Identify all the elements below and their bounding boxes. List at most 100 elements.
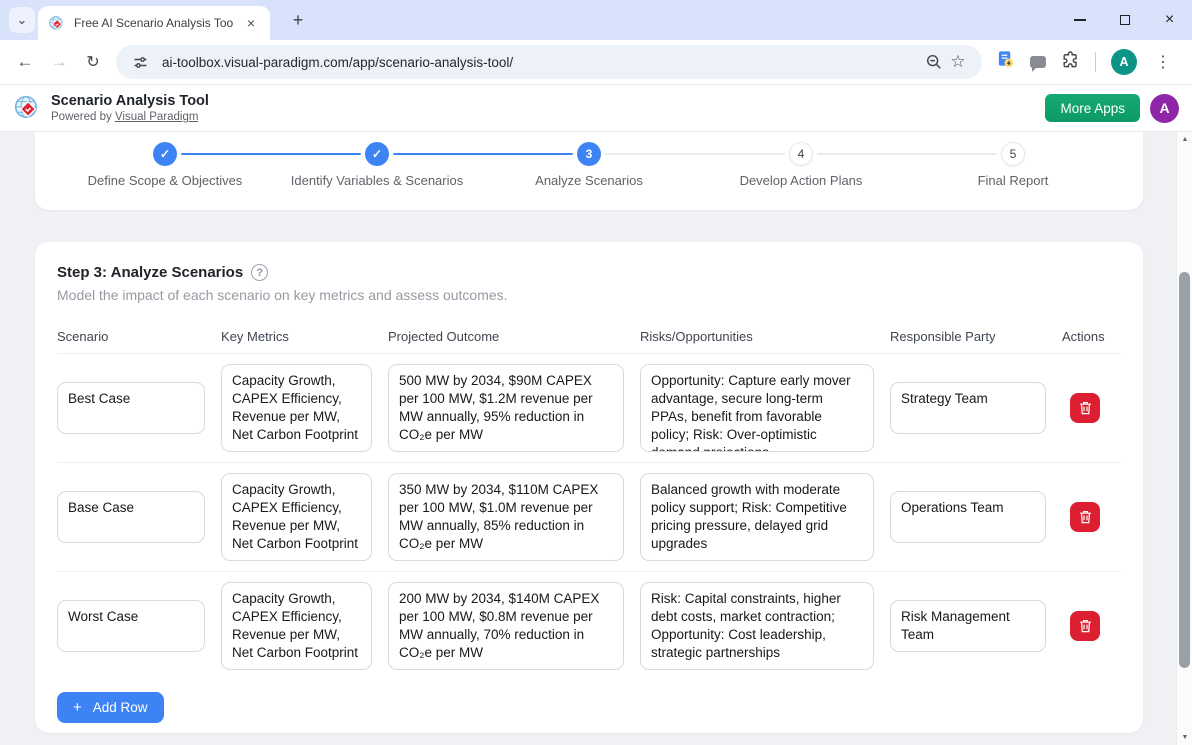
browser-titlebar: ⌄ Free AI Scenario Analysis Tool - × + ×: [0, 0, 1192, 40]
site-settings-icon[interactable]: [128, 50, 152, 74]
step-5-circle: 5: [1001, 142, 1025, 166]
app-header: Scenario Analysis Tool Powered by Visual…: [0, 85, 1192, 132]
step-label: Define Scope & Objectives: [88, 173, 243, 188]
tab-title: Free AI Scenario Analysis Tool -: [74, 16, 234, 30]
bookmark-star-icon[interactable]: ☆: [946, 50, 970, 74]
scroll-up-icon[interactable]: ▲: [1177, 132, 1192, 147]
browser-tab[interactable]: Free AI Scenario Analysis Tool - ×: [38, 6, 270, 40]
extension-area: A ⋮: [996, 49, 1174, 75]
reload-button[interactable]: ↻: [76, 45, 110, 79]
reading-list-extension-icon[interactable]: [996, 50, 1015, 74]
user-avatar[interactable]: A: [1150, 94, 1179, 123]
scroll-down-icon[interactable]: ▼: [1177, 730, 1192, 745]
trash-icon: [1079, 510, 1092, 524]
step-analyze-scenarios[interactable]: 3 Analyze Scenarios: [483, 142, 695, 188]
page-title: Scenario Analysis Tool: [51, 93, 209, 110]
delete-row-button[interactable]: [1070, 611, 1100, 641]
risks-opportunities-input[interactable]: Balanced growth with moderate policy sup…: [640, 473, 874, 561]
stepper: ✓ Define Scope & Objectives ✓ Identify V…: [59, 142, 1119, 188]
risks-opportunities-input[interactable]: Risk: Capital constraints, higher debt c…: [640, 582, 874, 670]
column-header-responsible-party: Responsible Party: [890, 329, 1046, 344]
delete-row-button[interactable]: [1070, 502, 1100, 532]
address-bar[interactable]: ai-toolbox.visual-paradigm.com/app/scena…: [116, 45, 982, 79]
plus-icon: +: [73, 700, 82, 715]
step-label: Analyze Scenarios: [535, 173, 643, 188]
url-text[interactable]: ai-toolbox.visual-paradigm.com/app/scena…: [162, 55, 922, 70]
back-icon: ←: [17, 52, 34, 72]
tab-search-button[interactable]: ⌄: [9, 7, 35, 33]
step-label: Develop Action Plans: [740, 173, 863, 188]
extensions-puzzle-icon[interactable]: [1061, 50, 1080, 74]
browser-profile-avatar[interactable]: A: [1111, 49, 1137, 75]
forward-button[interactable]: →: [42, 45, 76, 79]
stepper-connector: [181, 153, 361, 155]
add-row-button[interactable]: + Add Row: [57, 692, 164, 723]
key-metrics-input[interactable]: Capacity Growth, CAPEX Efficiency, Reven…: [221, 473, 372, 561]
stepper-connector: [817, 153, 997, 155]
key-metrics-input[interactable]: Capacity Growth, CAPEX Efficiency, Reven…: [221, 582, 372, 670]
close-icon: ×: [1165, 12, 1174, 28]
plus-icon: +: [293, 10, 304, 31]
key-metrics-input[interactable]: Capacity Growth, CAPEX Efficiency, Reven…: [221, 364, 372, 452]
add-row-label: Add Row: [93, 700, 148, 715]
step-define-scope[interactable]: ✓ Define Scope & Objectives: [59, 142, 271, 188]
step-number: 4: [798, 147, 805, 161]
powered-by: Powered by Visual Paradigm: [51, 111, 209, 123]
responsible-party-input[interactable]: Risk Management Team: [890, 600, 1046, 652]
column-header-key-metrics: Key Metrics: [221, 329, 372, 344]
projected-outcome-input[interactable]: 200 MW by 2034, $140M CAPEX per 100 MW, …: [388, 582, 624, 670]
step-number: 3: [586, 147, 593, 161]
page-scrollbar[interactable]: ▲ ▼: [1176, 132, 1192, 745]
step-develop-action-plans[interactable]: 4 Develop Action Plans: [695, 142, 907, 188]
toolbar-divider: [1095, 52, 1096, 72]
minimize-button[interactable]: [1057, 0, 1102, 40]
step3-card: Step 3: Analyze Scenarios ? Model the im…: [35, 242, 1143, 733]
visual-paradigm-link[interactable]: Visual Paradigm: [115, 111, 199, 123]
step-1-circle: ✓: [153, 142, 177, 166]
step3-description: Model the impact of each scenario on key…: [57, 287, 1121, 303]
minimize-icon: [1074, 19, 1086, 21]
maximize-button[interactable]: [1102, 0, 1147, 40]
scenario-input[interactable]: Base Case: [57, 491, 205, 543]
page-content: ✓ Define Scope & Objectives ✓ Identify V…: [0, 132, 1192, 745]
table-row: Worst Case Capacity Growth, CAPEX Effici…: [57, 572, 1121, 680]
risks-opportunities-input[interactable]: Opportunity: Capture early mover advanta…: [640, 364, 874, 452]
delete-row-button[interactable]: [1070, 393, 1100, 423]
table-row: Best Case Capacity Growth, CAPEX Efficie…: [57, 354, 1121, 463]
responsible-party-input[interactable]: Operations Team: [890, 491, 1046, 543]
browser-menu-icon[interactable]: ⋮: [1152, 52, 1174, 72]
scenario-input[interactable]: Best Case: [57, 382, 205, 434]
help-icon[interactable]: ?: [251, 264, 268, 281]
column-header-risks-opportunities: Risks/Opportunities: [640, 329, 874, 344]
powered-by-text: Powered by: [51, 111, 115, 123]
maximize-icon: [1120, 15, 1130, 25]
projected-outcome-input[interactable]: 350 MW by 2034, $110M CAPEX per 100 MW, …: [388, 473, 624, 561]
chevron-down-icon: ⌄: [17, 12, 28, 28]
column-header-scenario: Scenario: [57, 329, 205, 344]
step-3-circle: 3: [577, 142, 601, 166]
trash-icon: [1079, 619, 1092, 633]
table-header-row: Scenario Key Metrics Projected Outcome R…: [57, 329, 1121, 354]
new-tab-button[interactable]: +: [284, 0, 312, 40]
step-identify-variables[interactable]: ✓ Identify Variables & Scenarios: [271, 142, 483, 188]
check-icon: ✓: [372, 147, 382, 161]
zoom-out-icon[interactable]: [922, 50, 946, 74]
close-window-button[interactable]: ×: [1147, 0, 1192, 40]
browser-toolbar: ← → ↻ ai-toolbox.visual-paradigm.com/app…: [0, 40, 1192, 85]
scrollbar-thumb[interactable]: [1179, 272, 1190, 668]
step-number: 5: [1010, 147, 1017, 161]
step-final-report[interactable]: 5 Final Report: [907, 142, 1119, 188]
scenario-input[interactable]: Worst Case: [57, 600, 205, 652]
column-header-actions: Actions: [1062, 329, 1108, 344]
back-button[interactable]: ←: [8, 45, 42, 79]
responsible-party-input[interactable]: Strategy Team: [890, 382, 1046, 434]
column-header-projected-outcome: Projected Outcome: [388, 329, 624, 344]
more-apps-button[interactable]: More Apps: [1045, 94, 1140, 122]
favicon-visual-paradigm-icon: [48, 15, 65, 32]
stepper-connector: [605, 153, 785, 155]
step-2-circle: ✓: [365, 142, 389, 166]
tab-close-icon[interactable]: ×: [242, 14, 260, 32]
reload-icon: ↻: [86, 52, 99, 72]
chat-bubble-extension-icon[interactable]: [1030, 56, 1046, 68]
projected-outcome-input[interactable]: 500 MW by 2034, $90M CAPEX per 100 MW, $…: [388, 364, 624, 452]
